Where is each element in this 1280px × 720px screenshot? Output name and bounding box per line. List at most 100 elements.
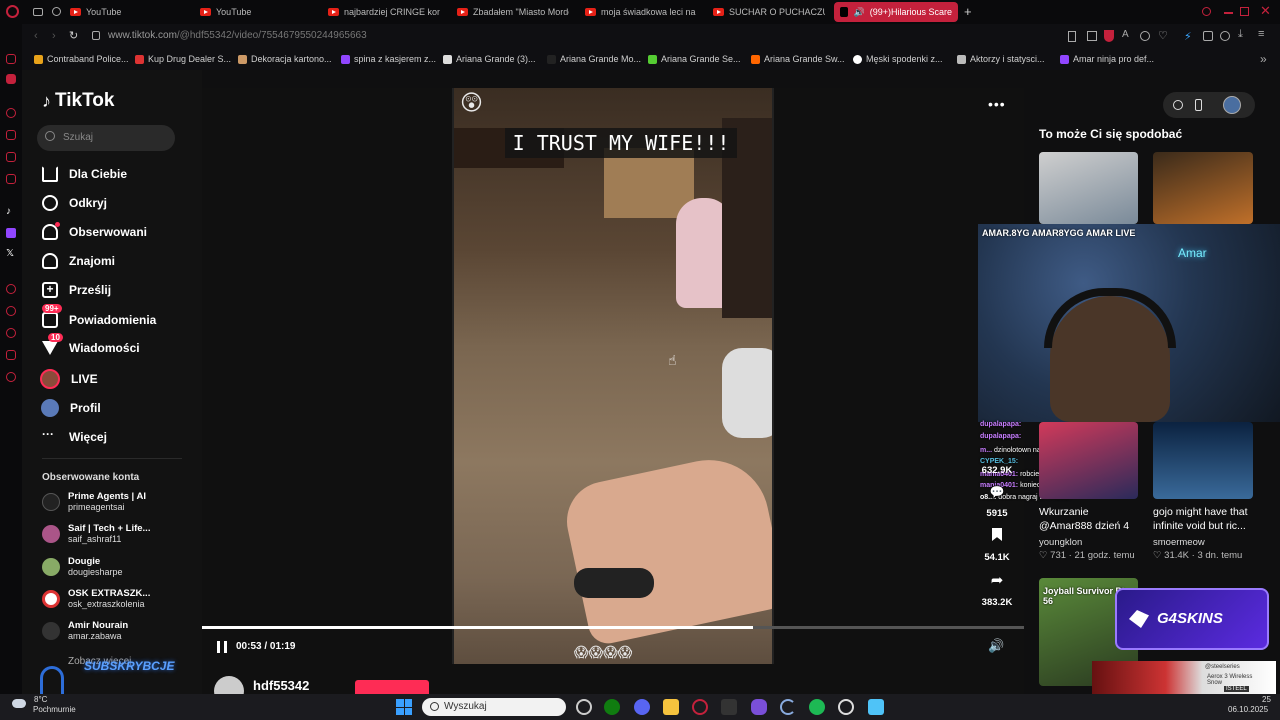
shield-icon[interactable] (1104, 30, 1114, 42)
extension-icon[interactable]: ⚡ (1184, 30, 1192, 43)
x-icon[interactable]: 𝕏 (6, 248, 14, 259)
close-icon[interactable]: ✕ (1260, 3, 1271, 19)
bookmark-item[interactable]: Contraband Police... (34, 54, 129, 64)
tab-youtube-4[interactable]: Zbadałem "Miasto Morde (457, 2, 569, 22)
clock-time[interactable]: 25 (1262, 695, 1271, 704)
aria-icon[interactable] (6, 74, 16, 84)
bookmark-item[interactable]: Ariana Grande Mo... (547, 54, 641, 64)
steam-icon[interactable] (576, 699, 592, 715)
maximize-icon[interactable] (1240, 7, 1249, 16)
follow-button[interactable] (355, 680, 429, 694)
heart-icon[interactable]: ♡ (1158, 29, 1168, 42)
puzzle-icon[interactable] (1203, 31, 1213, 41)
explorer-icon[interactable] (663, 699, 679, 715)
clock-icon[interactable] (6, 284, 16, 294)
nav-explore[interactable]: Odkryj (42, 195, 107, 211)
gamepad-icon[interactable] (751, 699, 767, 715)
start-button[interactable] (396, 699, 412, 715)
bookmark-item[interactable]: Ariana Grande Se... (648, 54, 741, 64)
snapshot-icon[interactable] (1140, 31, 1150, 41)
discord-icon[interactable] (634, 699, 650, 715)
taskbar-search-input[interactable]: Wyszukaj (422, 698, 566, 716)
opera-logo-icon[interactable] (6, 5, 19, 18)
back-icon[interactable]: ‹ (34, 30, 38, 42)
tab-youtube-1[interactable]: YouTube (70, 2, 180, 22)
bookmarks-overflow-icon[interactable]: » (1260, 52, 1267, 66)
ccleaner-icon[interactable] (780, 699, 796, 715)
new-tab-button[interactable]: + (964, 4, 972, 19)
url-field[interactable]: www.tiktok.com/@hdf55342/video/755467955… (108, 30, 367, 41)
weather-temp[interactable]: 8°C (34, 695, 47, 704)
menu-icon[interactable]: ≡ (1258, 28, 1264, 40)
tiktok-logo[interactable]: ♪ TikTok (42, 90, 114, 112)
following-account[interactable]: OSK EXTRASZK... osk_extraszkolenia (42, 588, 182, 609)
nav-friends[interactable]: Znajomi (42, 253, 115, 269)
following-account[interactable]: Amir Nourain amar.zabawa (42, 620, 182, 641)
speaker-icon[interactable]: 🔊 (853, 7, 864, 18)
pause-button[interactable] (217, 641, 227, 653)
tab-youtube-6[interactable]: SUCHAR O PUCHACZU! (713, 2, 825, 22)
cube-icon[interactable] (6, 350, 16, 360)
history-icon[interactable] (6, 108, 16, 118)
reload-icon[interactable]: ↻ (69, 29, 78, 42)
xbox-icon[interactable] (604, 699, 620, 715)
live-app-icon[interactable] (721, 699, 737, 715)
clock-date[interactable]: 06.10.2025 (1228, 705, 1268, 714)
bookmark-item[interactable]: Amar ninja pro def... (1060, 54, 1154, 64)
tiktok-app-icon[interactable]: ♪ (6, 206, 11, 217)
like-count[interactable]: 632.9K (980, 465, 1014, 476)
sidebar-search-input[interactable]: Szukaj (37, 125, 175, 151)
forward-icon[interactable]: › (52, 30, 56, 42)
bookmark-item[interactable]: Aktorzy i statysci... (957, 54, 1045, 64)
nav-profile[interactable]: Profil (41, 399, 101, 417)
workspace-icon[interactable] (52, 7, 61, 16)
author-name[interactable]: hdf55342 (253, 678, 309, 694)
suggestion-thumb[interactable] (1153, 152, 1253, 224)
bookmark-item[interactable]: Ariana Grande (3)... (443, 54, 536, 64)
tab-youtube-2[interactable]: YouTube (200, 2, 310, 22)
settings-icon[interactable] (6, 372, 16, 382)
weather-desc[interactable]: Pochmurnie (33, 705, 76, 714)
nav-for-you[interactable]: Dla Ciebie (42, 166, 127, 182)
screenshot-icon[interactable] (1087, 31, 1097, 41)
suggestion-thumb[interactable] (1039, 422, 1138, 499)
timer-icon[interactable] (6, 328, 16, 338)
suggestion-thumb[interactable] (1039, 152, 1138, 224)
twitch-icon[interactable] (6, 228, 16, 238)
tab-tiktok-active[interactable]: 🔊 (99+)Hilarious Scare (834, 2, 958, 22)
volume-icon[interactable]: 🔊 (988, 638, 1004, 654)
spotify-icon[interactable] (809, 699, 825, 715)
bookmark-icon[interactable] (1068, 31, 1076, 42)
suggestion-thumb[interactable] (1153, 422, 1253, 499)
share-icon[interactable]: ➦ (980, 571, 1014, 589)
video-player[interactable]: 😲 ☝ (452, 88, 774, 664)
tab-youtube-5[interactable]: moja świadkowa leci na m (585, 2, 697, 22)
nav-more[interactable]: ··· Więcej (42, 428, 107, 445)
opera-taskbar-icon[interactable] (692, 699, 708, 715)
following-account[interactable]: Saif | Tech + Life... saif_ashraf11 (42, 523, 182, 544)
suggestion-title[interactable]: Wkurzanie @Amar888 dzień 4 (1039, 505, 1144, 533)
wallet-icon[interactable] (1220, 31, 1230, 41)
video-more-button[interactable]: ••• (988, 96, 1006, 112)
translate-icon[interactable]: A (1122, 29, 1129, 40)
heart-sidebar-icon[interactable] (6, 306, 16, 316)
nav-notifications[interactable]: 99+ Powiadomienia (42, 304, 156, 328)
suggestion-author[interactable]: smoermeow (1153, 537, 1205, 548)
notepad-icon[interactable] (868, 699, 884, 715)
nav-upload[interactable]: + Prześlij (42, 282, 111, 298)
nav-messages[interactable]: 10 Wiadomości (42, 333, 140, 355)
download-icon[interactable]: ⤓ (1238, 28, 1243, 41)
bookmark-item[interactable]: Męski spodenki z... (853, 54, 943, 64)
explore-icon[interactable] (1173, 100, 1183, 110)
following-account[interactable]: Dougie dougiesharpe (42, 556, 182, 577)
music-icon[interactable] (6, 174, 16, 184)
user-avatar[interactable] (1223, 96, 1241, 114)
nav-live[interactable]: LIVE (40, 369, 98, 389)
suggestion-author[interactable]: youngklon (1039, 537, 1082, 548)
suggestion-title[interactable]: gojo might have that infinite void but r… (1153, 505, 1263, 533)
mail-icon[interactable] (6, 152, 16, 162)
following-account[interactable]: Prime Agents | AI primeagentsai (42, 491, 182, 512)
media-player-icon[interactable] (838, 699, 854, 715)
phone-icon[interactable] (1195, 99, 1202, 111)
home-icon[interactable] (6, 54, 16, 64)
